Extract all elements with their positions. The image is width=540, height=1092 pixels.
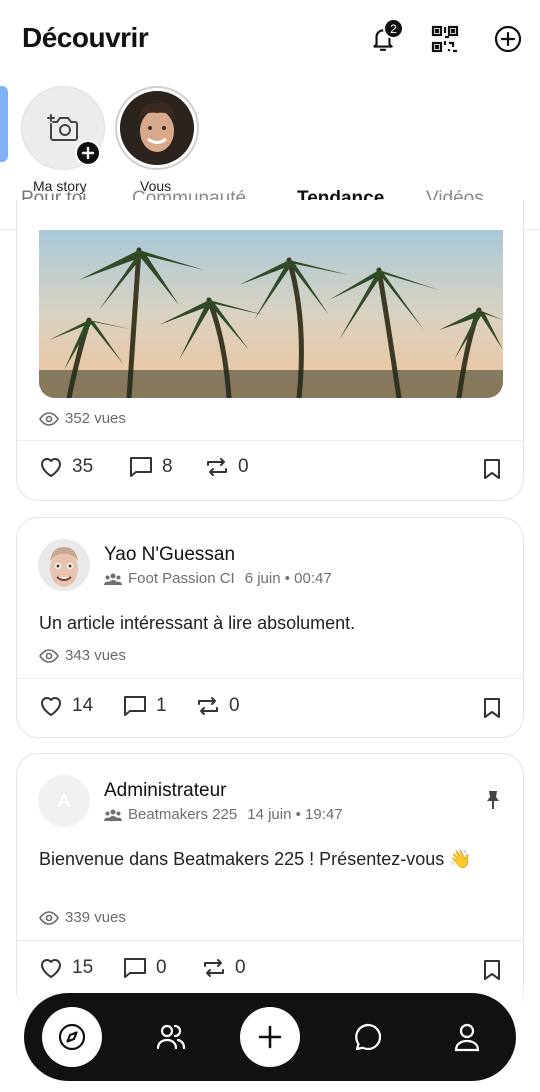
qr-code-button[interactable] (426, 20, 464, 58)
repost-icon (207, 458, 227, 476)
plus-circle-icon (494, 25, 522, 53)
nav-profile-button[interactable] (447, 1017, 487, 1057)
heart-icon (41, 959, 61, 978)
divider (17, 678, 523, 679)
repost-icon (204, 959, 224, 977)
group-icon (104, 809, 122, 821)
repost-icon (198, 697, 218, 715)
post-text: Bienvenue dans Beatmakers 225 ! Présente… (39, 849, 472, 869)
like-button[interactable]: 15 (39, 957, 93, 979)
bookmark-button[interactable] (483, 697, 501, 719)
post-card[interactable]: Yao N'Guessan Foot Passion CI 6 juin • 0… (16, 517, 524, 738)
author-name[interactable]: Administrateur (104, 780, 227, 802)
post-image[interactable] (39, 230, 503, 398)
bookmark-button[interactable] (483, 458, 501, 480)
bookmark-icon (484, 960, 500, 980)
comment-button[interactable]: 1 (123, 695, 167, 717)
repost-button[interactable]: 0 (205, 456, 249, 478)
notification-badge: 2 (383, 18, 404, 39)
like-button[interactable]: 14 (39, 695, 93, 717)
post-actions: 14 1 0 (39, 695, 501, 725)
bookmark-icon (484, 459, 500, 479)
bookmark-button[interactable] (483, 959, 501, 981)
post-text: Un article intéressant à lire absolument… (39, 613, 356, 633)
avatar[interactable] (38, 539, 90, 591)
your-story-avatar[interactable] (115, 86, 199, 170)
page-title: Découvrir (22, 22, 149, 53)
divider (17, 940, 523, 941)
repost-button[interactable]: 0 (196, 695, 240, 717)
nav-communities-button[interactable] (151, 1017, 191, 1057)
post-meta: Beatmakers 225 14 juin • 19:47 (104, 806, 343, 823)
post-actions: 35 8 0 (39, 456, 501, 486)
comment-icon (130, 457, 152, 477)
eye-icon (39, 411, 59, 426)
comment-icon (124, 958, 146, 978)
people-icon (156, 1024, 186, 1050)
author-name[interactable]: Yao N'Guessan (104, 544, 235, 566)
view-count: 343 vues (39, 647, 126, 664)
top-header: Découvrir 2 (0, 0, 540, 80)
view-count: 339 vues (39, 909, 126, 926)
qr-code-icon (431, 25, 459, 53)
pin-icon (485, 790, 501, 810)
post-time: 6 juin • 00:47 (244, 570, 332, 587)
divider (17, 440, 523, 441)
discover-screen: Découvrir 2 Ma story Vous Pour toi Commu… (0, 0, 540, 1092)
avatar (120, 91, 194, 165)
post-meta: Foot Passion CI 6 juin • 00:47 (104, 570, 332, 587)
nav-create-button[interactable] (240, 1007, 300, 1067)
eye-icon (39, 648, 59, 663)
post-card[interactable]: A Administrateur Beatmakers 225 14 juin … (16, 753, 524, 1013)
nav-discover-button[interactable] (42, 1007, 102, 1067)
nav-messages-button[interactable] (348, 1017, 388, 1057)
comment-icon (124, 696, 146, 716)
bottom-navigation (24, 993, 516, 1081)
heart-icon (41, 697, 61, 716)
post-actions: 15 0 0 (39, 957, 501, 987)
profile-icon (454, 1023, 480, 1052)
bookmark-icon (484, 698, 500, 718)
community-name[interactable]: Foot Passion CI (128, 570, 235, 587)
add-story-icon[interactable] (75, 140, 101, 166)
comment-button[interactable]: 0 (123, 957, 167, 979)
comment-button[interactable]: 8 (129, 456, 173, 478)
story-scroll-indicator (0, 86, 8, 162)
heart-icon (41, 458, 61, 477)
post-card[interactable]: 352 vues 35 8 0 (16, 200, 524, 501)
eye-icon (39, 910, 59, 925)
compass-icon (58, 1023, 86, 1051)
camera-add-icon (47, 114, 78, 141)
plus-icon (258, 1025, 282, 1049)
community-name[interactable]: Beatmakers 225 (128, 806, 237, 823)
avatar[interactable]: A (38, 775, 90, 827)
like-button[interactable]: 35 (39, 456, 93, 478)
group-icon (104, 573, 122, 585)
repost-button[interactable]: 0 (202, 957, 246, 979)
chat-icon (355, 1023, 382, 1051)
view-count: 352 vues (39, 410, 126, 427)
post-time: 14 juin • 19:47 (247, 806, 343, 823)
create-button[interactable] (489, 20, 527, 58)
